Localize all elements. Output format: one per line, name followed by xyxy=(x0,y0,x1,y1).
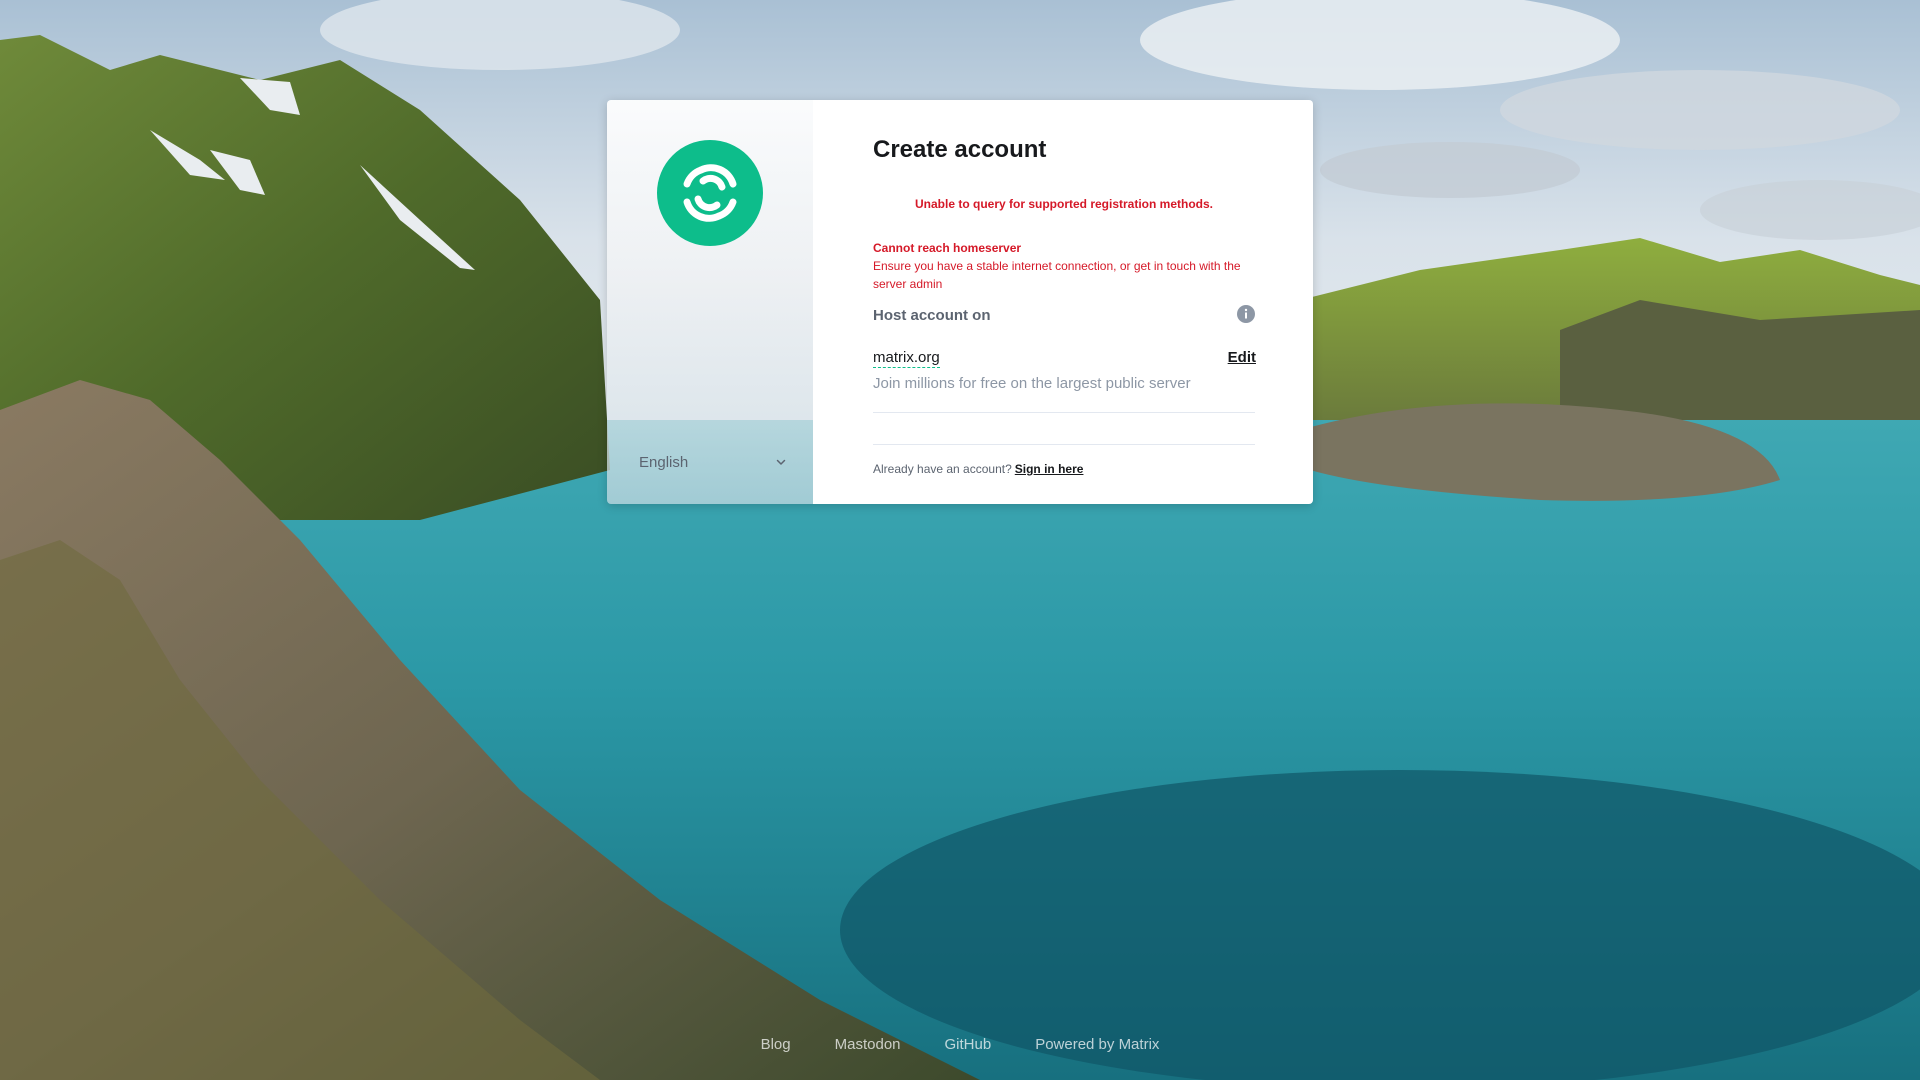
language-dropdown[interactable]: English xyxy=(639,450,787,474)
footer: Blog Mastodon GitHub Powered by Matrix xyxy=(0,1036,1920,1053)
footer-link-mastodon[interactable]: Mastodon xyxy=(835,1036,901,1053)
auth-body-panel: Create account Unable to query for suppo… xyxy=(813,100,1313,504)
homeserver-error-title: Cannot reach homeserver xyxy=(873,241,1022,255)
homeserver-description: Join millions for free on the largest pu… xyxy=(873,375,1191,392)
element-logo-icon xyxy=(657,140,763,246)
footer-link-github[interactable]: GitHub xyxy=(945,1036,992,1053)
registration-error-message: Unable to query for supported registrati… xyxy=(914,197,1214,211)
powered-by-text: Powered by Matrix xyxy=(1035,1036,1160,1053)
auth-header-panel: English xyxy=(607,100,813,504)
divider xyxy=(873,412,1255,413)
homeserver-error: Cannot reach homeserver Ensure you have … xyxy=(873,239,1255,293)
chevron-down-icon xyxy=(776,459,786,465)
sign-in-link[interactable]: Sign in here xyxy=(1015,462,1084,476)
language-selected-label: English xyxy=(639,453,689,471)
host-account-label: Host account on xyxy=(873,307,991,324)
signin-prompt: Already have an account? xyxy=(873,462,1012,476)
info-icon[interactable] xyxy=(1236,304,1256,324)
signin-row: Already have an account? Sign in here xyxy=(873,462,1083,476)
page-title: Create account xyxy=(873,136,1047,163)
homeserver-name[interactable]: matrix.org xyxy=(873,349,940,368)
divider xyxy=(873,444,1255,445)
homeserver-error-detail: Ensure you have a stable internet connec… xyxy=(873,259,1241,291)
edit-homeserver-button[interactable]: Edit xyxy=(1219,349,1256,366)
footer-link-blog[interactable]: Blog xyxy=(761,1036,791,1053)
auth-card: English Create account Unable to query f… xyxy=(607,100,1313,504)
